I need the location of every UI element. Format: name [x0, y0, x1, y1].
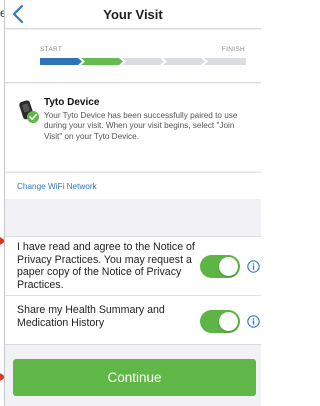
phone-screen: Your Visit START FINISH Tyto Device Your	[4, 0, 261, 406]
toggle-knob	[219, 312, 238, 331]
change-wifi-link[interactable]: Change WiFi Network	[17, 182, 97, 191]
visit-progress: START FINISH	[5, 30, 261, 83]
share-health-summary-text: Share my Health Summary and Medication H…	[17, 304, 165, 329]
progress-step-5	[204, 58, 246, 65]
wifi-section: Change WiFi Network	[5, 172, 261, 199]
toggle-knob	[219, 257, 238, 276]
share-health-summary-row: Share my Health Summary and Medication H…	[5, 296, 261, 345]
progress-finish-label: FINISH	[221, 46, 245, 53]
privacy-consent-toggle[interactable]	[200, 255, 240, 278]
continue-button[interactable]: Continue	[13, 359, 256, 396]
page-title: Your Visit	[103, 7, 163, 22]
privacy-consent-row: I have read and agree to the Notice of P…	[5, 237, 261, 296]
info-icon[interactable]	[247, 260, 260, 273]
device-status-card: Tyto Device Your Tyto Device has been su…	[5, 84, 261, 171]
tyto-device-icon	[18, 99, 40, 125]
progress-step-1	[40, 58, 82, 65]
info-icon[interactable]	[247, 315, 260, 328]
progress-start-label: START	[40, 46, 63, 53]
device-title: Tyto Device	[44, 97, 100, 108]
progress-step-3	[122, 58, 164, 65]
progress-step-2	[81, 58, 123, 65]
privacy-consent-text: I have read and agree to the Notice of P…	[17, 241, 195, 291]
progress-step-4	[163, 58, 205, 65]
progress-steps	[40, 58, 246, 65]
nav-bar: Your Visit	[5, 0, 261, 29]
device-description: Your Tyto Device has been successfully p…	[44, 111, 238, 141]
consent-section: I have read and agree to the Notice of P…	[5, 236, 261, 345]
share-health-summary-toggle[interactable]	[200, 310, 240, 333]
